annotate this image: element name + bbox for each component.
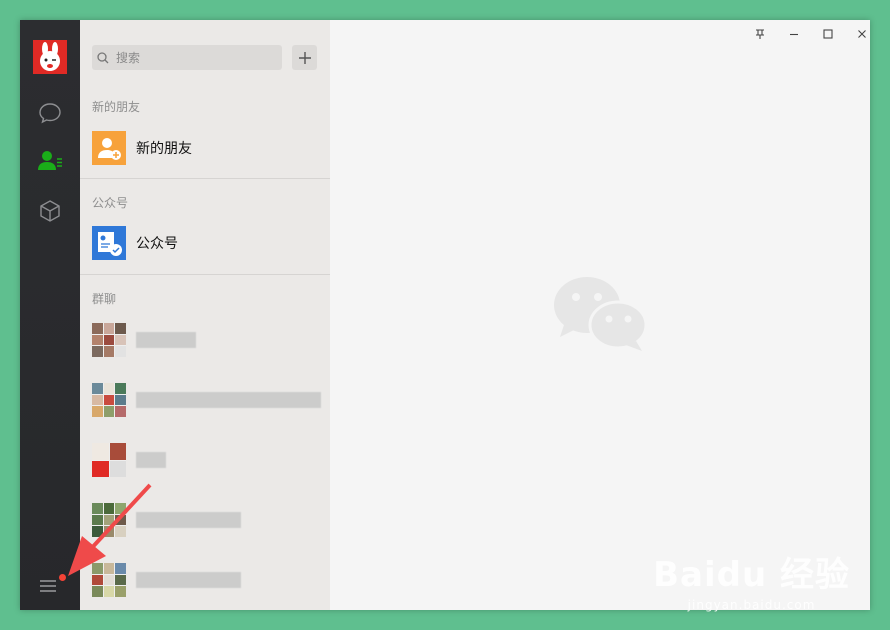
user-avatar[interactable] bbox=[33, 40, 67, 74]
close-button[interactable] bbox=[849, 24, 870, 44]
divider bbox=[80, 178, 330, 179]
contacts-icon[interactable] bbox=[35, 146, 65, 176]
group-name-redacted bbox=[136, 332, 196, 348]
group-avatar bbox=[92, 443, 126, 477]
close-icon bbox=[858, 30, 866, 38]
list-item-label: 新的朋友 bbox=[136, 141, 192, 157]
minimize-button[interactable] bbox=[781, 24, 807, 44]
chat-icon[interactable] bbox=[35, 98, 65, 128]
annotation-arrow bbox=[68, 483, 152, 576]
minimize-icon bbox=[790, 33, 798, 36]
group-name-redacted bbox=[136, 452, 166, 468]
group-name-redacted bbox=[136, 392, 321, 408]
wechat-logo-icon bbox=[554, 277, 648, 351]
pin-button[interactable] bbox=[747, 24, 773, 44]
chat-pane bbox=[330, 20, 870, 610]
favorites-cube-icon[interactable] bbox=[35, 196, 65, 226]
group-avatar bbox=[92, 383, 126, 417]
group-chat-item[interactable] bbox=[80, 370, 330, 430]
list-item-label: 公众号 bbox=[136, 236, 178, 252]
section-label-official-accounts: 公众号 bbox=[92, 196, 129, 210]
list-item-new-friends[interactable]: 新的朋友 bbox=[80, 118, 330, 178]
group-avatar bbox=[92, 323, 126, 357]
new-friends-icon bbox=[92, 131, 126, 165]
search-box[interactable] bbox=[92, 45, 282, 70]
section-label-group-chats: 群聊 bbox=[92, 292, 117, 306]
add-button[interactable] bbox=[292, 45, 317, 70]
group-chat-item[interactable] bbox=[80, 310, 330, 370]
list-item-official-accounts[interactable]: 公众号 bbox=[80, 213, 330, 273]
maximize-icon bbox=[823, 29, 833, 39]
plus-icon bbox=[298, 51, 311, 64]
wechat-window: 新的朋友 新的朋友 公众号 bbox=[20, 20, 870, 610]
divider bbox=[80, 274, 330, 275]
search-icon bbox=[97, 51, 109, 63]
baidu-jingyan-watermark: Baidu 经验 jingyan.baidu.com bbox=[653, 555, 850, 612]
section-label-new-friends: 新的朋友 bbox=[92, 100, 141, 114]
pin-icon bbox=[756, 29, 764, 39]
search-input[interactable] bbox=[116, 50, 276, 65]
maximize-button[interactable] bbox=[815, 24, 841, 44]
official-accounts-icon bbox=[92, 226, 126, 260]
